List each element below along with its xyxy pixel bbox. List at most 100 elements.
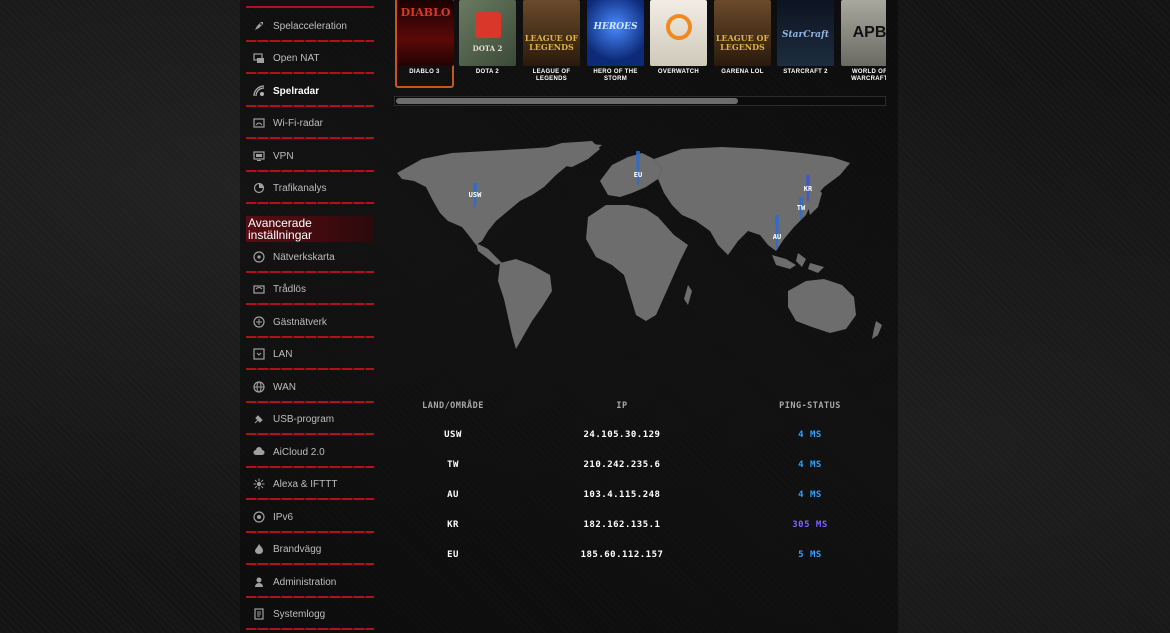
sidebar-item-label: AiCloud 2.0 bbox=[273, 446, 325, 458]
ping-cell: 4 MS bbox=[798, 430, 822, 440]
sidebar-item-label: Nätverkskarta bbox=[273, 251, 335, 263]
server-ping-table: LAND/OMRÅDE IP PING-STATUS USW 24.105.30… bbox=[394, 396, 888, 570]
ping-cell: 305 MS bbox=[792, 520, 828, 530]
asia bbox=[654, 147, 850, 255]
server-label: TW bbox=[797, 204, 806, 212]
game-title: WORLD OF WARCRAFT bbox=[851, 69, 886, 82]
column-header-ip: IP bbox=[616, 401, 628, 411]
sidebar-item-wan[interactable]: WAN bbox=[246, 371, 374, 403]
sidebar-item-gastnatverk[interactable]: Gästnätverk bbox=[246, 306, 374, 338]
sidebar-item-administration[interactable]: Administration bbox=[246, 566, 374, 598]
scrollbar-thumb[interactable] bbox=[396, 98, 738, 104]
region-cell: TW bbox=[447, 460, 459, 470]
guest-network-icon bbox=[253, 316, 265, 328]
game-card-heroes-of-the-storm[interactable]: HEROES HERO OF THE STORM bbox=[586, 0, 645, 88]
game-cover bbox=[650, 0, 707, 66]
game-cover-text: DOTA 2 bbox=[472, 44, 503, 53]
table-row: KR 182.162.135.1 305 MS bbox=[394, 510, 888, 540]
sidebar-item-label: Spelradar bbox=[273, 85, 320, 97]
game-cover: LEAGUE OF LEGENDS bbox=[714, 0, 771, 66]
game-title: DIABLO 3 bbox=[409, 69, 440, 75]
game-cover: LEAGUE OF LEGENDS bbox=[523, 0, 580, 66]
alexa-icon bbox=[253, 478, 265, 490]
dota-logo-icon bbox=[475, 12, 501, 38]
world-map: USW EU KR TW AU bbox=[397, 141, 882, 349]
vpn-icon bbox=[253, 150, 265, 162]
sidebar-item-label: Gästnätverk bbox=[273, 316, 327, 328]
europe bbox=[600, 153, 662, 197]
sidebar-item-vpn[interactable]: VPN bbox=[246, 140, 374, 172]
game-card-overwatch[interactable]: OVERWATCH bbox=[649, 0, 708, 88]
sidebar: Spelacceleration Open NAT Spelradar Wi-F… bbox=[246, 0, 374, 633]
sidebar-item-wifi-radar[interactable]: Wi-Fi-radar bbox=[246, 107, 374, 139]
sidebar-item-trafikanalys[interactable]: Trafikanalys bbox=[246, 172, 374, 204]
wifi-radar-icon bbox=[253, 117, 265, 129]
ip-cell: 185.60.112.157 bbox=[580, 550, 664, 560]
sidebar-item-label: WAN bbox=[273, 381, 296, 393]
ip-cell: 182.162.135.1 bbox=[583, 520, 661, 530]
sidebar-item-tradlos[interactable]: Trådlös bbox=[246, 273, 374, 305]
game-card-world-of-warcraft[interactable]: APB WORLD OF WARCRAFT bbox=[840, 0, 886, 88]
sidebar-item-brandvagg[interactable]: Brandvägg bbox=[246, 533, 374, 565]
game-title: STARCRAFT 2 bbox=[783, 69, 828, 75]
sidebar-item-spelradar[interactable]: Spelradar bbox=[246, 75, 374, 107]
ipv6-icon bbox=[253, 511, 265, 523]
rocket-icon bbox=[253, 20, 265, 32]
australia bbox=[788, 279, 856, 333]
column-header-region: LAND/OMRÅDE bbox=[422, 401, 484, 411]
sidebar-item-ipv6[interactable]: IPv6 bbox=[246, 501, 374, 533]
ip-cell: 24.105.30.129 bbox=[583, 430, 661, 440]
sidebar-item-spelacceleration[interactable]: Spelacceleration bbox=[246, 10, 374, 42]
game-title: GARENA LOL bbox=[721, 69, 764, 75]
game-list-scrollbar[interactable] bbox=[394, 96, 886, 106]
ping-cell: 4 MS bbox=[798, 460, 822, 470]
game-title: LEAGUE OF LEGENDS bbox=[532, 69, 571, 82]
globe-icon bbox=[253, 381, 265, 393]
game-card-garena-lol[interactable]: LEAGUE OF LEGENDS GARENA LOL bbox=[713, 0, 772, 88]
game-cover-text: StarCraft bbox=[782, 30, 829, 40]
sidebar-item-usb-program[interactable]: USB-program bbox=[246, 403, 374, 435]
server-label: EU bbox=[634, 171, 642, 179]
game-card-diablo-3[interactable]: DIABLO DIABLO 3 bbox=[395, 0, 454, 88]
sidebar-item-label: Administration bbox=[273, 576, 337, 588]
game-cover-text: APB bbox=[852, 24, 886, 41]
game-title: OVERWATCH bbox=[657, 69, 700, 75]
region-cell: KR bbox=[447, 520, 459, 530]
southeast-asia-islands bbox=[772, 253, 824, 273]
overwatch-logo-icon bbox=[666, 14, 692, 40]
region-cell: AU bbox=[447, 490, 459, 500]
sidebar-item-label: IPv6 bbox=[273, 511, 294, 523]
table-row: AU 103.4.115.248 4 MS bbox=[394, 480, 888, 510]
network-map-icon bbox=[253, 251, 265, 263]
log-icon bbox=[253, 608, 265, 620]
game-card-dota-2[interactable]: DOTA 2 DOTA 2 bbox=[458, 0, 517, 88]
ping-cell: 5 MS bbox=[798, 550, 822, 560]
game-cover-text: LEAGUE OF LEGENDS bbox=[715, 33, 770, 52]
game-title: HERO OF THE STORM bbox=[593, 69, 638, 82]
server-label: KR bbox=[804, 185, 813, 193]
traffic-icon bbox=[253, 182, 265, 194]
sidebar-item-open-nat[interactable]: Open NAT bbox=[246, 42, 374, 74]
sidebar-item-label: Systemlogg bbox=[273, 608, 326, 620]
sidebar-item-label: Trådlös bbox=[273, 283, 306, 295]
sidebar-item-lan[interactable]: LAN bbox=[246, 338, 374, 370]
africa bbox=[586, 205, 688, 321]
server-label: USW bbox=[469, 191, 482, 199]
sidebar-top-divider bbox=[246, 0, 374, 8]
region-cell: EU bbox=[447, 550, 459, 560]
sidebar-item-alexa-ifttt[interactable]: Alexa & IFTTT bbox=[246, 468, 374, 500]
game-cover: DIABLO bbox=[397, 0, 454, 66]
game-cover-text: DIABLO bbox=[400, 6, 451, 19]
table-header: LAND/OMRÅDE IP PING-STATUS bbox=[394, 396, 888, 416]
radar-icon bbox=[253, 85, 265, 97]
region-cell: USW bbox=[444, 430, 462, 440]
sidebar-item-label: Wi-Fi-radar bbox=[273, 117, 323, 129]
sidebar-item-natverkskarta[interactable]: Nätverkskarta bbox=[246, 241, 374, 273]
game-card-starcraft-2[interactable]: StarCraft STARCRAFT 2 bbox=[776, 0, 835, 88]
sidebar-item-systemlogg[interactable]: Systemlogg bbox=[246, 598, 374, 630]
game-list: DIABLO DIABLO 3 DOTA 2 DOTA 2 LEAGUE OF … bbox=[394, 0, 886, 92]
game-cover-text: HEROES bbox=[593, 22, 638, 32]
game-card-league-of-legends[interactable]: LEAGUE OF LEGENDS LEAGUE OF LEGENDS bbox=[522, 0, 581, 88]
sidebar-item-aicloud[interactable]: AiCloud 2.0 bbox=[246, 436, 374, 468]
firewall-icon bbox=[253, 543, 265, 555]
